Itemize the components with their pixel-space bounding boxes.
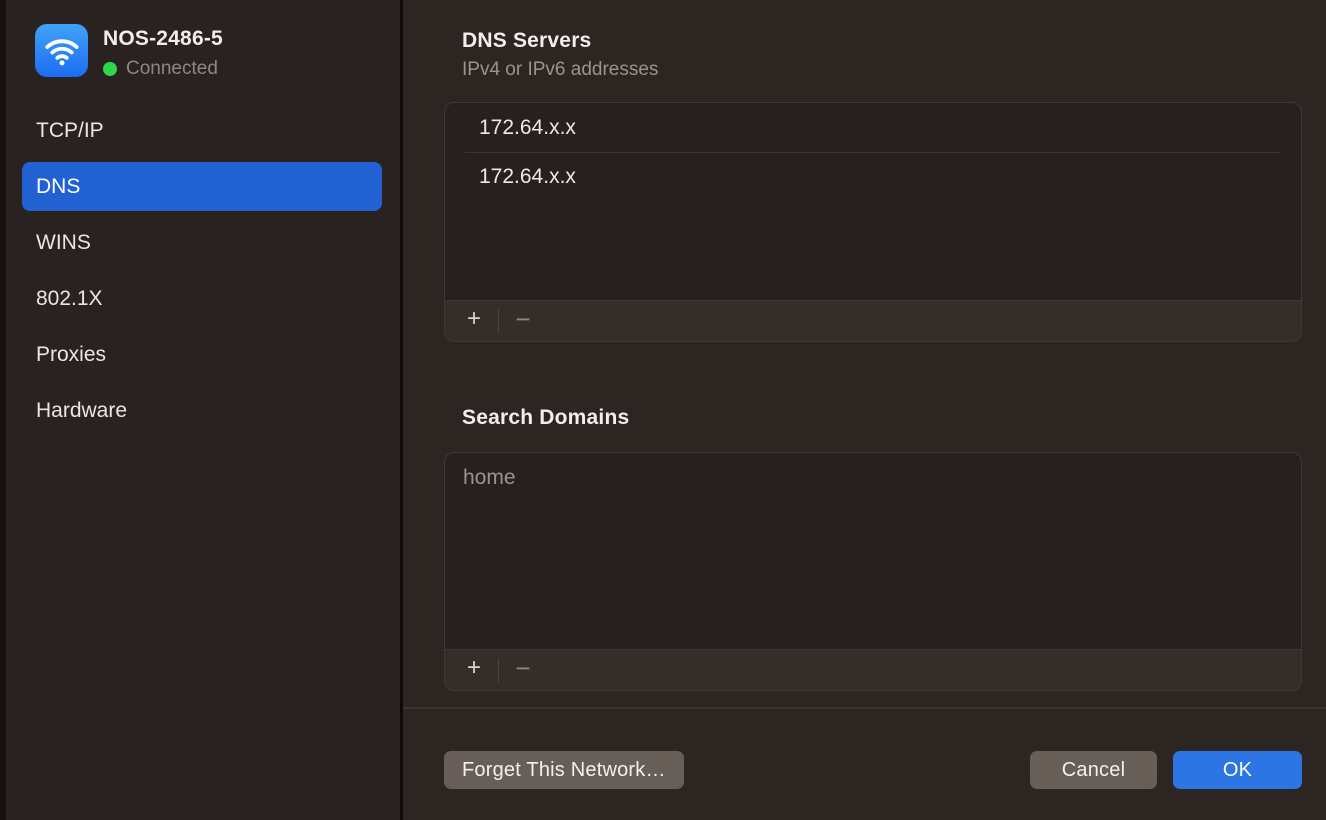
sidebar-item-proxies[interactable]: Proxies <box>22 330 382 379</box>
add-search-domain-button[interactable]: + <box>455 650 493 690</box>
status-label: Connected <box>126 58 218 80</box>
dns-settings-pane: DNS Servers IPv4 or IPv6 addresses 172.6… <box>403 0 1326 820</box>
footer-divider <box>403 707 1326 709</box>
dns-server-entry[interactable]: 172.64.x.x <box>445 153 1301 201</box>
search-domains-list: home + − <box>444 452 1302 691</box>
search-domains-rows: home <box>445 453 1301 649</box>
search-domains-title: Search Domains <box>462 406 1302 430</box>
toolbar-divider <box>498 309 499 333</box>
dns-servers-subtitle: IPv4 or IPv6 addresses <box>462 59 1302 81</box>
green-status-dot-icon <box>103 62 117 76</box>
network-name: NOS-2486-5 <box>103 27 223 51</box>
search-domain-entry[interactable]: home <box>445 454 1301 502</box>
remove-dns-server-button[interactable]: − <box>504 301 542 341</box>
add-dns-server-button[interactable]: + <box>455 301 493 341</box>
sidebar: NOS-2486-5 Connected TCP/IP DNS WINS 802… <box>6 0 400 820</box>
sidebar-item-hardware[interactable]: Hardware <box>22 386 382 435</box>
network-header: NOS-2486-5 Connected <box>35 24 382 80</box>
wifi-icon <box>35 24 88 77</box>
forget-network-button[interactable]: Forget This Network… <box>444 751 684 789</box>
dns-servers-title: DNS Servers <box>462 29 1302 53</box>
ok-button[interactable]: OK <box>1173 751 1302 789</box>
dns-servers-toolbar: + − <box>445 300 1301 341</box>
dns-servers-rows: 172.64.x.x 172.64.x.x <box>445 103 1301 300</box>
network-status: Connected <box>103 58 223 80</box>
remove-search-domain-button[interactable]: − <box>504 650 542 690</box>
dns-server-entry[interactable]: 172.64.x.x <box>445 104 1301 152</box>
sidebar-item-8021x[interactable]: 802.1X <box>22 274 382 323</box>
network-meta: NOS-2486-5 Connected <box>103 24 223 80</box>
footer-actions: Forget This Network… Cancel OK <box>444 751 1302 789</box>
search-domains-toolbar: + − <box>445 649 1301 690</box>
dns-servers-list: 172.64.x.x 172.64.x.x + − <box>444 102 1302 342</box>
sidebar-item-tcpip[interactable]: TCP/IP <box>22 106 382 155</box>
toolbar-divider <box>498 658 499 682</box>
sidebar-item-dns[interactable]: DNS <box>22 162 382 211</box>
sidebar-item-wins[interactable]: WINS <box>22 218 382 267</box>
cancel-button[interactable]: Cancel <box>1030 751 1157 789</box>
network-details-sheet: NOS-2486-5 Connected TCP/IP DNS WINS 802… <box>0 0 1326 820</box>
